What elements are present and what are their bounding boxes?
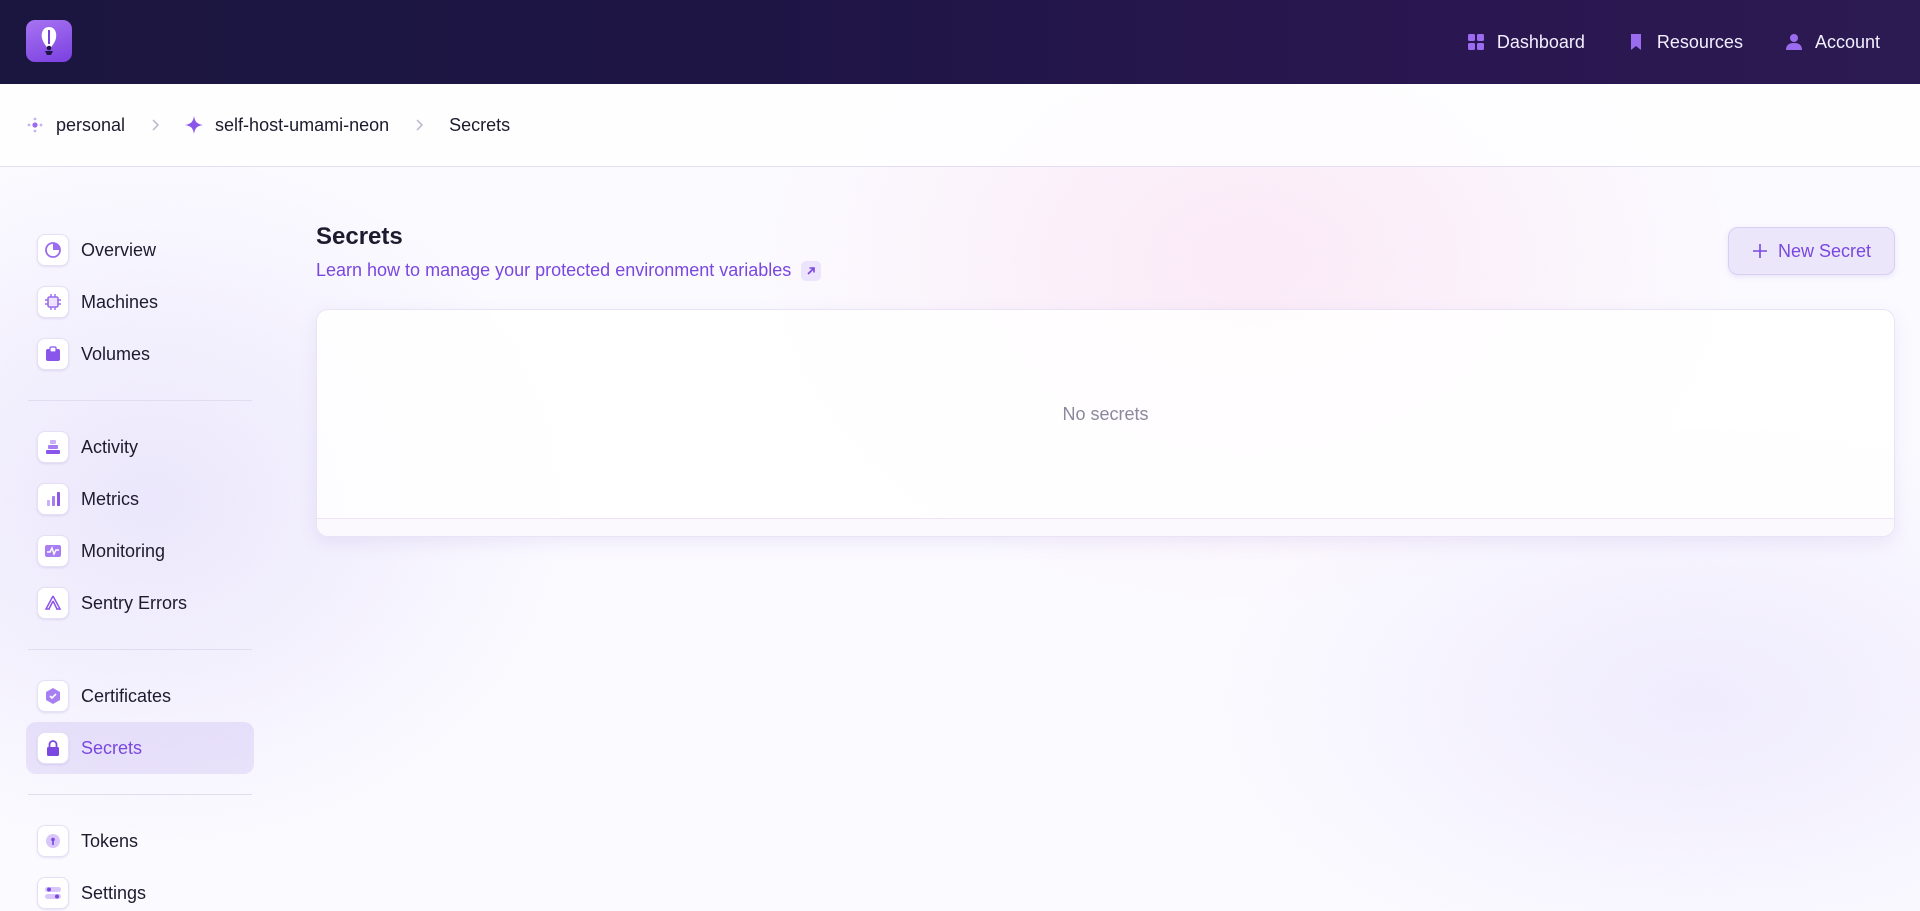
sidebar-item-settings[interactable]: Settings bbox=[26, 867, 254, 911]
new-secret-button-label: New Secret bbox=[1777, 240, 1872, 261]
sidebar-item-label: Settings bbox=[81, 882, 147, 903]
sidebar-item-sentry-errors[interactable]: Sentry Errors bbox=[26, 577, 254, 629]
nav-dashboard-label: Dashboard bbox=[1496, 31, 1585, 52]
sidebar-item-label: Tokens bbox=[81, 830, 139, 851]
learn-secrets-link[interactable]: Learn how to manage your protected envir… bbox=[316, 260, 822, 281]
empty-state: No secrets bbox=[1062, 404, 1149, 424]
user-icon bbox=[1785, 34, 1802, 50]
settings-icon bbox=[37, 877, 69, 909]
chevron-right-icon bbox=[149, 119, 161, 131]
top-nav-bar: Dashboard Resources Account bbox=[0, 0, 1920, 84]
chevron-right-icon bbox=[413, 119, 425, 131]
volume-icon bbox=[37, 338, 69, 370]
sidebar-item-metrics[interactable]: Metrics bbox=[26, 473, 254, 525]
sidebar-item-tokens[interactable]: Tokens bbox=[26, 815, 254, 867]
org-icon bbox=[27, 117, 43, 133]
sidebar-divider bbox=[28, 400, 252, 401]
sidebar-item-label: Metrics bbox=[81, 488, 139, 509]
sidebar-divider bbox=[28, 794, 252, 795]
sidebar-item-secrets[interactable]: Secrets bbox=[26, 722, 254, 774]
certificate-icon bbox=[37, 680, 69, 712]
secrets-table: No secrets bbox=[316, 309, 1895, 537]
dashboard-icon bbox=[1467, 34, 1484, 50]
nav-account[interactable]: Account bbox=[1785, 32, 1880, 53]
breadcrumb-org-label: personal bbox=[56, 114, 126, 135]
nav-dashboard[interactable]: Dashboard bbox=[1467, 32, 1585, 53]
new-secret-button[interactable]: New Secret bbox=[1728, 227, 1895, 275]
nav-resources-label: Resources bbox=[1656, 31, 1743, 52]
table-footer bbox=[317, 518, 1894, 536]
sidebar-item-label: Sentry Errors bbox=[81, 592, 188, 613]
breadcrumb: personal self-host-umami-neon Secrets bbox=[0, 84, 1920, 167]
sidebar-item-label: Volumes bbox=[81, 343, 151, 364]
sidebar-item-label: Secrets bbox=[81, 737, 143, 758]
monitoring-icon bbox=[37, 535, 69, 567]
sidebar-item-volumes[interactable]: Volumes bbox=[26, 328, 254, 380]
chip-icon bbox=[37, 286, 69, 318]
lock-icon bbox=[37, 732, 69, 764]
sidebar-item-label: Monitoring bbox=[81, 540, 166, 561]
breadcrumb-app[interactable]: self-host-umami-neon bbox=[185, 115, 389, 136]
sidebar-item-certificates[interactable]: Certificates bbox=[26, 670, 254, 722]
fly-logo-icon[interactable] bbox=[26, 20, 72, 62]
sidebar-divider bbox=[28, 649, 252, 650]
sidebar-item-monitoring[interactable]: Monitoring bbox=[26, 525, 254, 577]
activity-icon bbox=[37, 431, 69, 463]
token-icon bbox=[37, 825, 69, 857]
top-nav: Dashboard Resources Account bbox=[1467, 0, 1880, 84]
nav-resources[interactable]: Resources bbox=[1627, 32, 1743, 53]
sidebar: Overview Machines Volumes Activity Metri… bbox=[26, 224, 254, 911]
breadcrumb-app-label: self-host-umami-neon bbox=[215, 114, 390, 135]
breadcrumb-current: Secrets bbox=[449, 115, 510, 136]
learn-secrets-link-label: Learn how to manage your protected envir… bbox=[316, 260, 792, 280]
bookmark-icon bbox=[1630, 34, 1641, 50]
plus-icon bbox=[1752, 244, 1767, 258]
sidebar-item-label: Certificates bbox=[81, 685, 172, 706]
balloon-logo-icon bbox=[41, 27, 57, 55]
sidebar-item-label: Activity bbox=[81, 436, 139, 457]
sidebar-item-label: Overview bbox=[81, 239, 157, 260]
sidebar-item-activity[interactable]: Activity bbox=[26, 421, 254, 473]
page-title: Secrets bbox=[316, 223, 403, 250]
sidebar-item-label: Machines bbox=[81, 291, 159, 312]
metrics-icon bbox=[37, 483, 69, 515]
sentry-icon bbox=[37, 587, 69, 619]
breadcrumb-current-label: Secrets bbox=[449, 114, 511, 135]
sparkle-icon bbox=[185, 116, 204, 134]
external-link-icon bbox=[801, 260, 822, 281]
overview-icon bbox=[37, 234, 69, 266]
sidebar-item-machines[interactable]: Machines bbox=[26, 276, 254, 328]
breadcrumb-org[interactable]: personal bbox=[26, 115, 125, 136]
sidebar-item-overview[interactable]: Overview bbox=[26, 224, 254, 276]
nav-account-label: Account bbox=[1814, 31, 1880, 52]
